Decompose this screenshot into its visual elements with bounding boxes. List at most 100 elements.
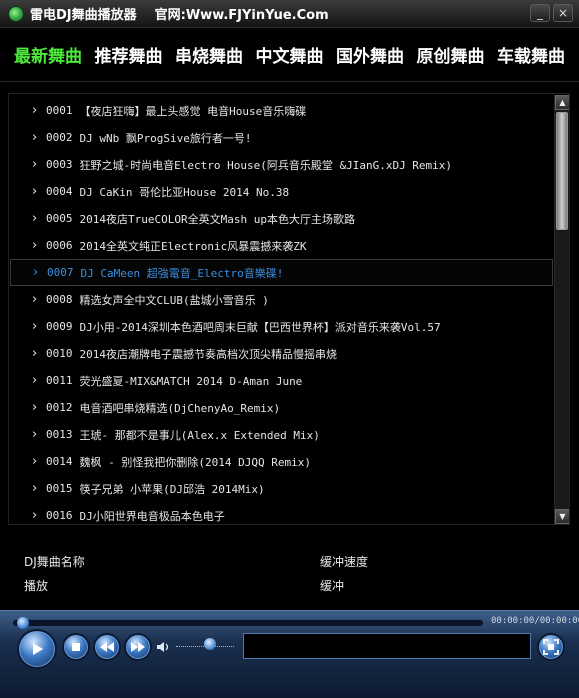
track-number: 0010 <box>46 347 73 360</box>
track-title: DJ wNb 飘ProgSive旅行者一号! <box>79 131 252 145</box>
next-button[interactable] <box>124 633 152 661</box>
close-button[interactable]: × <box>553 4 573 22</box>
playlist-scrollbar[interactable]: ▲ ▼ <box>554 95 569 524</box>
list-item[interactable]: › 0008 精选女声全中文CLUB(盐城小雪音乐 ) <box>10 286 553 313</box>
track-title: 精选女声全中文CLUB(盐城小雪音乐 ) <box>79 293 269 307</box>
track-title: 狂野之城-时尚电音Electro House(阿兵音乐殿堂 &JIanG.xDJ… <box>79 158 453 172</box>
fullscreen-button[interactable] <box>537 633 565 661</box>
chevron-right-icon: › <box>32 373 38 388</box>
stop-icon <box>72 643 80 651</box>
speaker-icon[interactable] <box>156 641 172 653</box>
list-item[interactable]: › 0006 2014全英文纯正Electronic风暴震撼来袭ZK <box>10 232 553 259</box>
category-tabs: 最新舞曲 推荐舞曲 串烧舞曲 中文舞曲 国外舞曲 原创舞曲 车载舞曲 <box>0 28 579 82</box>
track-number: 0004 <box>46 185 73 198</box>
fullscreen-icon <box>543 639 559 655</box>
track-title: 【夜店狂嗨】最上头感觉 电音House音乐嗨碟 <box>79 104 307 118</box>
list-item[interactable]: › 0004 DJ CaKin 哥伦比亚House 2014 No.38 <box>10 178 553 205</box>
track-number: 0013 <box>46 428 73 441</box>
lyrics-display <box>243 633 531 659</box>
chevron-right-icon: › <box>32 481 38 496</box>
list-item[interactable]: › 0015 筷子兄弟 小苹果(DJ邱浩 2014Mix) <box>10 475 553 502</box>
track-title: 2014夜店TrueCOLOR全英文Mash up本色大厅主场歌路 <box>79 212 355 226</box>
track-title: 筷子兄弟 小苹果(DJ邱浩 2014Mix) <box>79 482 265 496</box>
stop-button[interactable] <box>62 633 90 661</box>
chevron-right-icon: › <box>32 400 38 415</box>
volume-knob[interactable] <box>204 638 216 650</box>
track-title: DJ小阳世界电音极品本色电子 <box>79 509 225 523</box>
chevron-right-icon: › <box>32 346 38 361</box>
next-icon <box>131 642 145 652</box>
title-bar: 雷电DJ舞曲播放器 官网:Www.FJYinYue.Com _ × <box>0 0 579 28</box>
track-number: 0005 <box>46 212 73 225</box>
tab-recommended[interactable]: 推荐舞曲 <box>95 42 163 67</box>
list-item[interactable]: › 0012 电音酒吧串烧精选(DjChenyAo_Remix) <box>10 394 553 421</box>
track-number: 0002 <box>46 131 73 144</box>
buffer-status-label: 缓冲 <box>320 579 345 593</box>
list-item[interactable]: › 0005 2014夜店TrueCOLOR全英文Mash up本色大厅主场歌路 <box>10 205 553 232</box>
track-number: 0011 <box>46 374 73 387</box>
track-title: DJ CaKin 哥伦比亚House 2014 No.38 <box>79 185 290 199</box>
list-item[interactable]: › 0011 荧光盛夏-MIX&MATCH 2014 D-Aman June <box>10 367 553 394</box>
list-item[interactable]: › 0001 【夜店狂嗨】最上头感觉 电音House音乐嗨碟 <box>10 97 553 124</box>
track-number: 0015 <box>46 482 73 495</box>
play-status-label: 播放 <box>24 579 49 593</box>
track-number: 0014 <box>46 455 73 468</box>
chevron-right-icon: › <box>32 319 38 334</box>
tab-original[interactable]: 原创舞曲 <box>417 42 485 67</box>
list-item[interactable]: › 0007 DJ CaMeen 超強電音_Electro音樂碟! <box>10 259 553 286</box>
track-title: DJ CaMeen 超強電音_Electro音樂碟! <box>80 266 284 280</box>
track-title: 2014夜店潮牌电子震撼节奏高档次顶尖精品慢摇串烧 <box>79 347 338 361</box>
list-item[interactable]: › 0009 DJ小用-2014深圳本色酒吧周末巨献【巴西世界杯】派对音乐来袭Vol… <box>10 313 553 340</box>
app-logo-icon <box>8 5 24 22</box>
list-item[interactable]: › 0016 DJ小阳世界电音极品本色电子 <box>10 502 553 524</box>
track-number: 0012 <box>46 401 73 414</box>
scrollbar-thumb[interactable] <box>556 112 568 230</box>
list-item[interactable]: › 0013 王琥- 那都不是事儿(Alex.x Extended Mix) <box>10 421 553 448</box>
track-number: 0001 <box>46 104 73 117</box>
list-item[interactable]: › 0010 2014夜店潮牌电子震撼节奏高档次顶尖精品慢摇串烧 <box>10 340 553 367</box>
track-title: 2014全英文纯正Electronic风暴震撼来袭ZK <box>79 239 307 253</box>
previous-icon <box>100 642 114 652</box>
chevron-right-icon: › <box>32 184 38 199</box>
tab-medley[interactable]: 串烧舞曲 <box>175 42 243 67</box>
tab-chinese[interactable]: 中文舞曲 <box>256 42 324 67</box>
play-icon <box>33 643 43 655</box>
window-title: 雷电DJ舞曲播放器 <box>30 8 137 23</box>
tab-latest[interactable]: 最新舞曲 <box>14 42 82 67</box>
seek-knob[interactable] <box>17 617 29 629</box>
track-name-label: DJ舞曲名称 <box>24 555 85 569</box>
play-button[interactable] <box>17 629 57 669</box>
scroll-down-icon[interactable]: ▼ <box>555 509 569 524</box>
track-title: 魏枫 - 别怪我把你删除(2014 DJQQ Remix) <box>79 455 311 469</box>
minimize-button[interactable]: _ <box>530 4 550 22</box>
track-title: DJ小用-2014深圳本色酒吧周末巨献【巴西世界杯】派对音乐来袭Vol.57 <box>79 320 441 334</box>
track-number: 0003 <box>46 158 73 171</box>
seek-bar[interactable] <box>12 617 484 629</box>
track-title: 电音酒吧串烧精选(DjChenyAo_Remix) <box>79 401 281 415</box>
track-number: 0008 <box>46 293 73 306</box>
track-number: 0007 <box>47 266 74 279</box>
track-title: 荧光盛夏-MIX&MATCH 2014 D-Aman June <box>79 374 303 388</box>
time-display: 00:00:00/00:00:00 <box>491 616 579 626</box>
tab-car[interactable]: 车载舞曲 <box>497 42 565 67</box>
previous-button[interactable] <box>93 633 121 661</box>
list-item[interactable]: › 0003 狂野之城-时尚电音Electro House(阿兵音乐殿堂 &JIan… <box>10 151 553 178</box>
tab-foreign[interactable]: 国外舞曲 <box>336 42 404 67</box>
chevron-right-icon: › <box>33 265 39 280</box>
chevron-right-icon: › <box>32 292 38 307</box>
scroll-up-icon[interactable]: ▲ <box>555 95 569 110</box>
chevron-right-icon: › <box>32 211 38 226</box>
playlist: › 0001 【夜店狂嗨】最上头感觉 电音House音乐嗨碟 › 0002 DJ wNb … <box>8 93 570 525</box>
track-number: 0009 <box>46 320 73 333</box>
track-title: 王琥- 那都不是事儿(Alex.x Extended Mix) <box>79 428 320 442</box>
chevron-right-icon: › <box>32 130 38 145</box>
chevron-right-icon: › <box>32 238 38 253</box>
player-controls: 00:00:00/00:00:00 <box>0 610 579 698</box>
chevron-right-icon: › <box>32 427 38 442</box>
list-item[interactable]: › 0014 魏枫 - 别怪我把你删除(2014 DJQQ Remix) <box>10 448 553 475</box>
chevron-right-icon: › <box>32 103 38 118</box>
website-label: 官网:Www.FJYinYue.Com <box>154 8 329 23</box>
chevron-right-icon: › <box>32 454 38 469</box>
list-item[interactable]: › 0002 DJ wNb 飘ProgSive旅行者一号! <box>10 124 553 151</box>
chevron-right-icon: › <box>32 508 38 523</box>
